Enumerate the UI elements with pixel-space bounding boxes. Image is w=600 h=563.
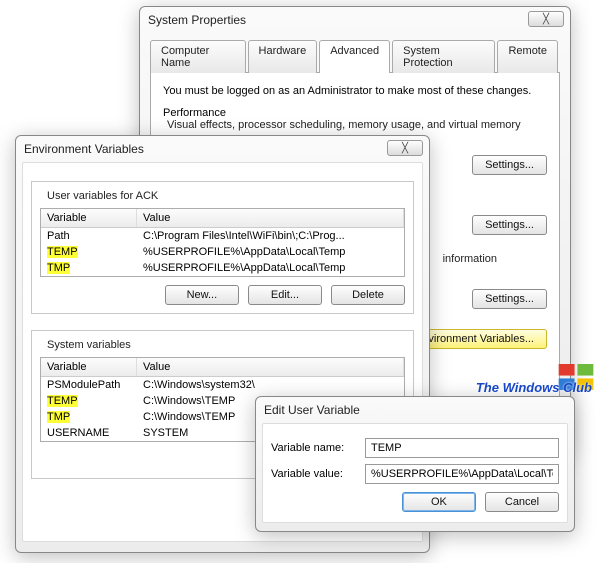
col-value[interactable]: Value (137, 358, 404, 376)
cancel-button[interactable]: Cancel (485, 492, 559, 512)
cell-value: %USERPROFILE%\AppData\Local\Temp (137, 244, 404, 260)
table-row[interactable]: TEMP%USERPROFILE%\AppData\Local\Temp (41, 244, 404, 260)
system-properties-titlebar[interactable]: System Properties ╳ (140, 7, 570, 33)
cell-value: %USERPROFILE%\AppData\Local\Temp (137, 260, 404, 276)
table-row[interactable]: PSModulePathC:\Windows\system32\ (41, 377, 404, 393)
edit-user-variable-dialog: Edit User Variable Variable name: Variab… (255, 396, 575, 532)
user-variables-group: User variables for ACK Variable Value Pa… (31, 181, 414, 314)
table-row[interactable]: PathC:\Program Files\Intel\WiFi\bin\;C:\… (41, 228, 404, 244)
cell-variable: PSModulePath (41, 377, 137, 393)
cell-variable: TMP (41, 260, 137, 276)
cell-variable: TEMP (41, 393, 137, 409)
ok-button[interactable]: OK (402, 492, 476, 512)
editdlg-title: Edit User Variable (264, 403, 360, 417)
performance-settings-button[interactable]: Settings... (472, 155, 547, 175)
variable-name-label: Variable name: (271, 442, 365, 454)
admin-notice: You must be logged on as an Administrato… (163, 85, 547, 97)
editdlg-titlebar[interactable]: Edit User Variable (256, 397, 574, 423)
close-icon[interactable]: ╳ (528, 11, 564, 27)
variable-name-input[interactable] (365, 438, 559, 458)
cell-value: C:\Windows\system32\ (137, 377, 404, 393)
tab-remote[interactable]: Remote (497, 40, 558, 73)
close-icon[interactable]: ╳ (387, 140, 423, 156)
tab-system-protection[interactable]: System Protection (392, 40, 495, 73)
user-variables-title: User variables for ACK (44, 190, 161, 202)
cell-variable: TMP (41, 409, 137, 425)
user-edit-button[interactable]: Edit... (248, 285, 322, 305)
performance-desc: Visual effects, processor scheduling, me… (163, 119, 547, 131)
system-properties-tabs: Computer Name Hardware Advanced System P… (150, 40, 560, 73)
cell-variable: USERNAME (41, 425, 137, 441)
tab-hardware[interactable]: Hardware (248, 40, 318, 73)
performance-title: Performance (163, 107, 547, 119)
col-value[interactable]: Value (137, 209, 404, 227)
cell-variable: Path (41, 228, 137, 244)
system-properties-title: System Properties (148, 13, 246, 27)
recovery-desc-tail: information (443, 253, 547, 265)
col-variable[interactable]: Variable (41, 358, 137, 376)
table-row[interactable]: TMP%USERPROFILE%\AppData\Local\Temp (41, 260, 404, 276)
env-titlebar[interactable]: Environment Variables ╳ (16, 136, 429, 162)
editdlg-content: Variable name: Variable value: OK Cancel (262, 423, 568, 523)
tab-computer-name[interactable]: Computer Name (150, 40, 246, 73)
variable-value-input[interactable] (365, 464, 559, 484)
list-header: Variable Value (41, 358, 404, 377)
user-new-button[interactable]: New... (165, 285, 239, 305)
variable-value-label: Variable value: (271, 468, 365, 480)
user-profiles-settings-button[interactable]: Settings... (472, 215, 547, 235)
list-header: Variable Value (41, 209, 404, 228)
user-delete-button[interactable]: Delete (331, 285, 405, 305)
env-title: Environment Variables (24, 142, 144, 156)
startup-recovery-settings-button[interactable]: Settings... (472, 289, 547, 309)
col-variable[interactable]: Variable (41, 209, 137, 227)
cell-variable: TEMP (41, 244, 137, 260)
tab-advanced[interactable]: Advanced (319, 40, 390, 73)
cell-value: C:\Program Files\Intel\WiFi\bin\;C:\Prog… (137, 228, 404, 244)
system-variables-title: System variables (44, 339, 134, 351)
user-variables-list[interactable]: Variable Value PathC:\Program Files\Inte… (40, 208, 405, 277)
